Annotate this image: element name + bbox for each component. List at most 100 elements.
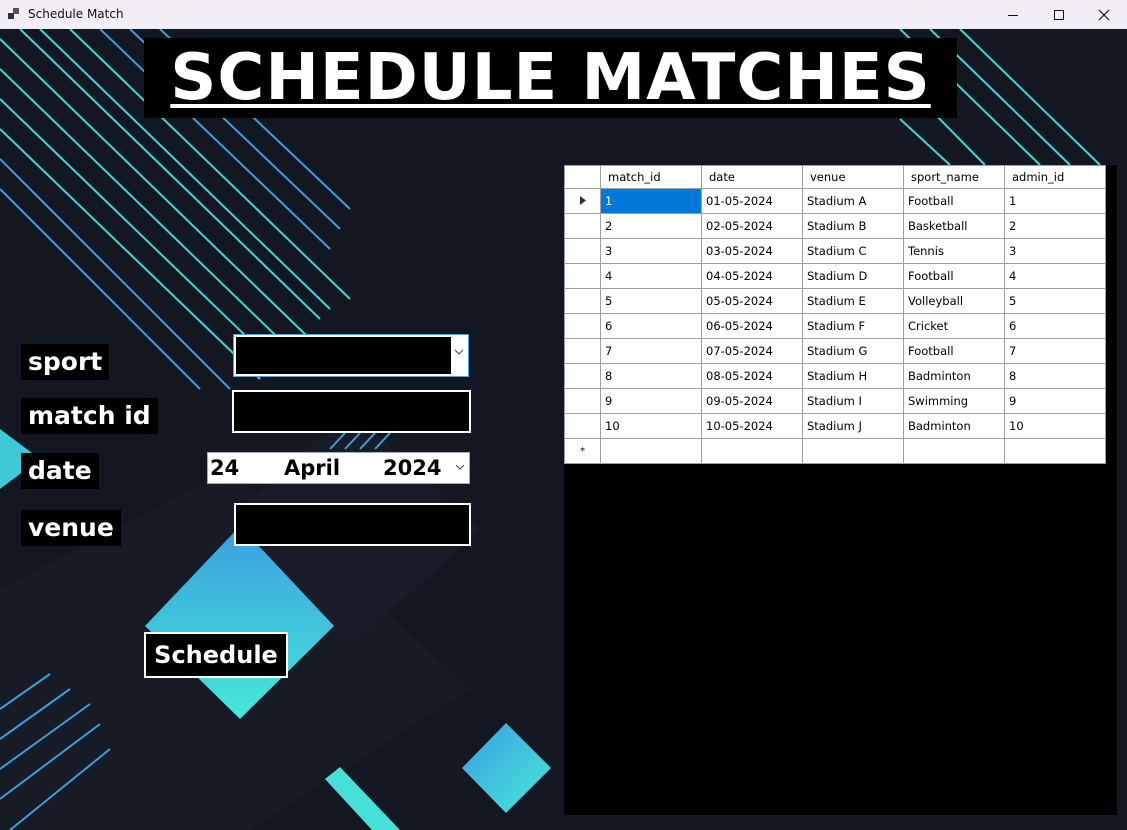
table-cell[interactable]: Swimming (903, 388, 1005, 414)
column-header[interactable]: match_id (600, 165, 702, 189)
row-header[interactable] (564, 238, 601, 264)
new-row[interactable]: * (564, 438, 1106, 464)
schedule-button[interactable]: Schedule (144, 632, 288, 678)
table-cell[interactable]: 6 (600, 313, 702, 339)
table-cell[interactable]: Stadium C (802, 238, 904, 264)
row-header[interactable] (564, 188, 601, 214)
table-cell[interactable]: 03-05-2024 (701, 238, 803, 264)
table-cell[interactable] (1004, 438, 1106, 464)
table-cell[interactable]: Badminton (903, 363, 1005, 389)
chevron-down-icon[interactable] (455, 464, 465, 470)
table-cell[interactable]: Stadium B (802, 213, 904, 239)
minimize-button[interactable] (990, 0, 1036, 29)
maximize-button[interactable] (1036, 0, 1082, 29)
table-cell[interactable]: 10 (1004, 413, 1106, 439)
row-header[interactable] (564, 388, 601, 414)
row-header[interactable] (564, 413, 601, 439)
sport-dropdown[interactable] (233, 334, 469, 377)
table-cell[interactable]: Stadium G (802, 338, 904, 364)
sport-label: sport (21, 344, 110, 380)
table-cell[interactable]: 09-05-2024 (701, 388, 803, 414)
client-area: SCHEDULE MATCHES sport match id date ven… (0, 29, 1127, 830)
row-header[interactable] (564, 263, 601, 289)
column-header[interactable]: sport_name (903, 165, 1005, 189)
row-header[interactable] (564, 338, 601, 364)
table-cell[interactable]: 7 (600, 338, 702, 364)
table-row[interactable]: 2 02-05-2024 Stadium B Basketball 2 (564, 213, 1106, 239)
table-cell[interactable] (802, 438, 904, 464)
column-header[interactable]: date (701, 165, 803, 189)
date-month[interactable]: April (284, 456, 340, 480)
table-cell[interactable]: 8 (600, 363, 702, 389)
table-cell[interactable]: 3 (1004, 238, 1106, 264)
table-cell[interactable]: 8 (1004, 363, 1106, 389)
table-cell[interactable] (903, 438, 1005, 464)
table-cell[interactable]: 1 (1004, 188, 1106, 214)
row-header[interactable] (564, 363, 601, 389)
table-cell[interactable]: 6 (1004, 313, 1106, 339)
column-header[interactable]: venue (802, 165, 904, 189)
venue-input[interactable] (234, 503, 471, 546)
table-cell[interactable]: Stadium H (802, 363, 904, 389)
table-cell[interactable]: 5 (600, 288, 702, 314)
table-row[interactable]: 8 08-05-2024 Stadium H Badminton 8 (564, 363, 1106, 389)
table-cell[interactable]: 9 (600, 388, 702, 414)
table-cell[interactable]: Stadium D (802, 263, 904, 289)
date-day[interactable]: 24 (210, 456, 239, 480)
table-row[interactable]: 4 04-05-2024 Stadium D Football 4 (564, 263, 1106, 289)
table-cell[interactable]: Badminton (903, 413, 1005, 439)
table-cell[interactable]: Tennis (903, 238, 1005, 264)
table-cell[interactable]: 2 (600, 213, 702, 239)
table-cell[interactable]: 4 (1004, 263, 1106, 289)
table-cell[interactable]: 2 (1004, 213, 1106, 239)
table-cell[interactable]: 7 (1004, 338, 1106, 364)
grid-header-row: match_id date venue sport_name admin_id (564, 165, 1106, 189)
table-cell[interactable]: Stadium A (802, 188, 904, 214)
table-row[interactable]: 3 03-05-2024 Stadium C Tennis 3 (564, 238, 1106, 264)
table-row[interactable]: 7 07-05-2024 Stadium G Football 7 (564, 338, 1106, 364)
table-row[interactable]: 10 10-05-2024 Stadium J Badminton 10 (564, 413, 1106, 439)
match-id-input[interactable] (232, 390, 471, 433)
matches-grid[interactable]: match_id date venue sport_name admin_id … (564, 165, 1117, 815)
table-cell[interactable]: 02-05-2024 (701, 213, 803, 239)
table-row[interactable]: 9 09-05-2024 Stadium I Swimming 9 (564, 388, 1106, 414)
table-cell[interactable]: Football (903, 188, 1005, 214)
table-row[interactable]: 1 01-05-2024 Stadium A Football 1 (564, 188, 1106, 214)
table-cell[interactable]: 9 (1004, 388, 1106, 414)
date-year[interactable]: 2024 (383, 456, 441, 480)
table-row[interactable]: 6 06-05-2024 Stadium F Cricket 6 (564, 313, 1106, 339)
close-button[interactable] (1081, 0, 1127, 29)
row-header[interactable] (564, 288, 601, 314)
table-cell[interactable] (600, 438, 702, 464)
match-id-label: match id (21, 398, 158, 434)
table-cell[interactable]: 3 (600, 238, 702, 264)
table-cell[interactable]: Stadium E (802, 288, 904, 314)
table-cell[interactable]: 05-05-2024 (701, 288, 803, 314)
table-cell[interactable]: 01-05-2024 (701, 188, 803, 214)
table-cell[interactable]: Volleyball (903, 288, 1005, 314)
table-cell[interactable]: 10-05-2024 (701, 413, 803, 439)
table-cell[interactable]: Stadium F (802, 313, 904, 339)
table-cell[interactable]: Cricket (903, 313, 1005, 339)
table-cell[interactable]: Stadium I (802, 388, 904, 414)
row-header[interactable] (564, 213, 601, 239)
table-cell[interactable]: 1 (600, 188, 702, 214)
table-cell[interactable]: Basketball (903, 213, 1005, 239)
table-cell[interactable]: 08-05-2024 (701, 363, 803, 389)
row-header[interactable] (564, 313, 601, 339)
date-label: date (21, 453, 99, 489)
table-cell[interactable] (701, 438, 803, 464)
table-cell[interactable]: 07-05-2024 (701, 338, 803, 364)
table-cell[interactable]: Football (903, 263, 1005, 289)
column-header[interactable]: admin_id (1004, 165, 1106, 189)
table-row[interactable]: 5 05-05-2024 Stadium E Volleyball 5 (564, 288, 1106, 314)
table-cell[interactable]: Football (903, 338, 1005, 364)
table-cell[interactable]: 10 (600, 413, 702, 439)
table-cell[interactable]: Stadium J (802, 413, 904, 439)
table-cell[interactable]: 4 (600, 263, 702, 289)
table-cell[interactable]: 04-05-2024 (701, 263, 803, 289)
new-row-marker[interactable]: * (564, 438, 601, 464)
table-cell[interactable]: 5 (1004, 288, 1106, 314)
date-picker[interactable]: 24 April 2024 (207, 452, 470, 484)
table-cell[interactable]: 06-05-2024 (701, 313, 803, 339)
